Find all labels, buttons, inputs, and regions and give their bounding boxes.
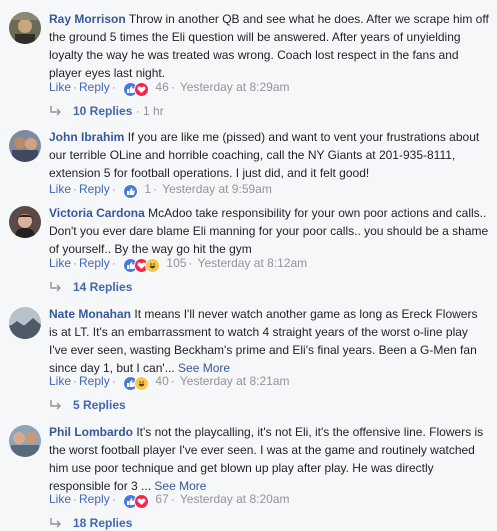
comment-body: Nate Monahan It means I'll never watch a… [49, 305, 489, 377]
reaction-count[interactable]: 67 [155, 492, 168, 506]
comment-actions: Like · Reply · 40 · Yesterday at 8:21am [49, 373, 290, 391]
comment-timestamp[interactable]: Yesterday at 9:59am [162, 182, 272, 196]
like-link[interactable]: Like [49, 492, 71, 506]
reply-arrow-icon [50, 282, 61, 292]
comment-actions: Like · Reply · 1 · Yesterday at 9:59am [49, 181, 272, 199]
love-reaction-icon [134, 494, 150, 509]
love-reaction-icon [134, 82, 150, 97]
reply-arrow-icon [50, 106, 61, 116]
view-replies-link[interactable]: 18 Replies [49, 515, 132, 531]
view-replies-link[interactable]: 5 Replies [49, 397, 126, 413]
like-reaction-icon [123, 184, 139, 199]
avatar[interactable] [9, 130, 41, 162]
replies-time: 1 hr [143, 104, 164, 118]
comment-timestamp[interactable]: Yesterday at 8:20am [180, 492, 290, 506]
reaction-count[interactable]: 40 [155, 374, 168, 388]
replies-count[interactable]: 10 Replies [73, 104, 132, 118]
comment-timestamp[interactable]: Yesterday at 8:21am [180, 374, 290, 388]
replies-count[interactable]: 14 Replies [73, 280, 132, 294]
reply-arrow-icon [50, 518, 61, 528]
avatar[interactable] [9, 12, 41, 44]
haha-reaction-icon [134, 376, 150, 391]
reply-link[interactable]: Reply [79, 374, 110, 388]
reaction-count[interactable]: 1 [144, 182, 151, 196]
comment-timestamp[interactable]: Yesterday at 8:29am [180, 80, 290, 94]
reaction-icons[interactable] [123, 376, 150, 391]
reply-link[interactable]: Reply [79, 492, 110, 506]
comment-author[interactable]: Victoria Cardona [49, 206, 145, 220]
comment-author[interactable]: Nate Monahan [49, 307, 131, 321]
like-link[interactable]: Like [49, 182, 71, 196]
avatar[interactable] [9, 206, 41, 238]
comment-author[interactable]: Ray Morrison [49, 12, 126, 26]
avatar[interactable] [9, 307, 41, 339]
reaction-count[interactable]: 46 [155, 80, 168, 94]
reaction-count[interactable]: 105 [166, 256, 186, 270]
comment-actions: Like · Reply · 105 · Yesterday at 8:12am [49, 255, 308, 273]
reaction-icons[interactable] [123, 184, 139, 199]
comment-thread: Ray Morrison Throw in another QB and see… [0, 0, 497, 530]
avatar[interactable] [9, 425, 41, 457]
haha-reaction-icon [145, 258, 161, 273]
reply-link[interactable]: Reply [79, 256, 110, 270]
reply-arrow-icon [50, 400, 61, 410]
replies-count[interactable]: 18 Replies [73, 516, 132, 530]
comment-timestamp[interactable]: Yesterday at 8:12am [198, 256, 308, 270]
comment-actions: Like · Reply · 46 · Yesterday at 8:29am [49, 79, 290, 97]
replies-count[interactable]: 5 Replies [73, 398, 126, 412]
reaction-icons[interactable] [123, 258, 161, 273]
like-link[interactable]: Like [49, 256, 71, 270]
like-link[interactable]: Like [49, 374, 71, 388]
comment-body: Phil Lombardo It's not the playcalling, … [49, 423, 489, 495]
comment-body: John Ibrahim If you are like me (pissed)… [49, 128, 489, 182]
reaction-icons[interactable] [123, 494, 150, 509]
comment-body: Victoria Cardona McAdoo take responsibil… [49, 204, 489, 258]
comment-author[interactable]: John Ibrahim [49, 130, 124, 144]
comment-author[interactable]: Phil Lombardo [49, 425, 133, 439]
reply-link[interactable]: Reply [79, 182, 110, 196]
reply-link[interactable]: Reply [79, 80, 110, 94]
comment-body: Ray Morrison Throw in another QB and see… [49, 10, 489, 82]
like-link[interactable]: Like [49, 80, 71, 94]
comment-actions: Like · Reply · 67 · Yesterday at 8:20am [49, 491, 290, 509]
reaction-icons[interactable] [123, 82, 150, 97]
view-replies-link[interactable]: 14 Replies [49, 279, 132, 295]
view-replies-link[interactable]: 10 Replies · 1 hr [49, 103, 164, 119]
